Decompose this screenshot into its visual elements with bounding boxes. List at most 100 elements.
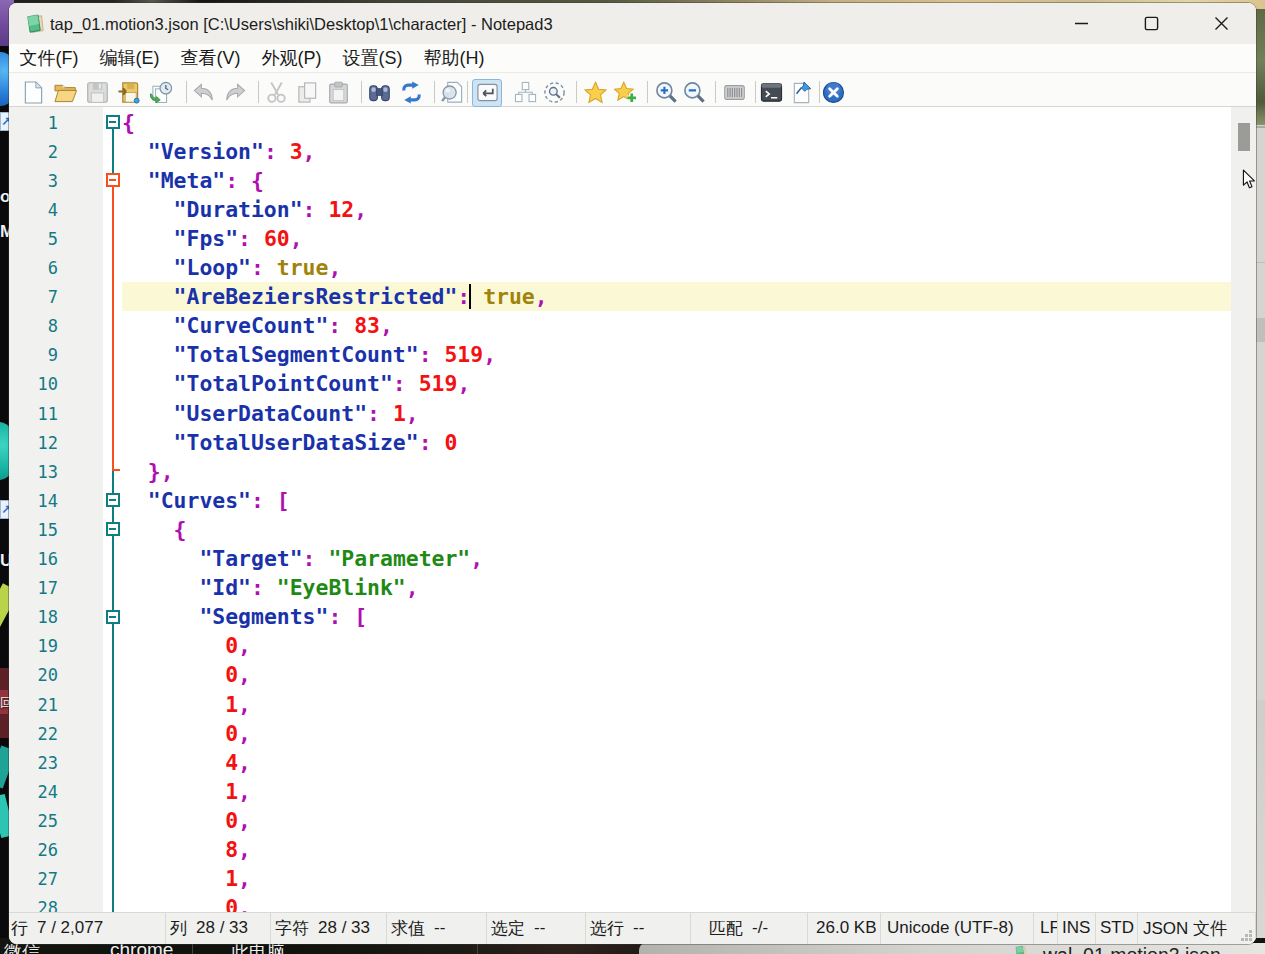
code-line-10[interactable]: "TotalPointCount": 519, — [122, 369, 1231, 398]
menu-item-5[interactable]: 帮助(H) — [413, 44, 495, 72]
add-favorite-button[interactable] — [614, 81, 637, 104]
status-label: 行 — [11, 917, 28, 940]
status-filesize[interactable]: 26.0 KB — [808, 913, 881, 944]
code-line-2[interactable]: "Version": 3, — [122, 137, 1231, 166]
code-line-6[interactable]: "Loop": true, — [122, 253, 1231, 282]
fold-collapse-box-line-14[interactable] — [106, 493, 120, 507]
status-selected-lines[interactable]: 选行-- — [586, 913, 691, 944]
fold-collapse-box-line-18[interactable] — [106, 610, 120, 624]
paste-button[interactable] — [327, 81, 350, 104]
menu-item-1[interactable]: 编辑(E) — [89, 44, 170, 72]
status-label: 列 — [170, 917, 187, 940]
code-line-26[interactable]: 8, — [122, 835, 1231, 864]
code-line-16[interactable]: "Target": "Parameter", — [122, 544, 1231, 573]
menu-item-2[interactable]: 查看(V) — [170, 44, 251, 72]
scheme-config-button[interactable] — [723, 81, 746, 104]
code-line-28[interactable]: 0, — [122, 893, 1231, 911]
focus-view-icon — [543, 81, 566, 104]
code-line-22[interactable]: 0, — [122, 719, 1231, 748]
code-line-8[interactable]: "CurveCount": 83, — [122, 311, 1231, 340]
status-column[interactable]: 列28 / 33 — [166, 913, 271, 944]
status-line[interactable]: 行7 / 2,077 — [9, 913, 166, 944]
undo-button[interactable] — [192, 81, 215, 104]
find-button[interactable] — [368, 81, 391, 104]
save-button[interactable] — [86, 81, 109, 104]
code-line-25[interactable]: 0, — [122, 806, 1231, 835]
background-window-titlebar[interactable]: wal_01.motion3.json — [639, 943, 1265, 954]
code-line-4[interactable]: "Duration": 12, — [122, 195, 1231, 224]
fold-collapse-box-line-15[interactable] — [106, 522, 120, 536]
code-line-7[interactable]: "AreBeziersRestricted": true, — [122, 282, 1231, 311]
scrollbar-thumb[interactable] — [1238, 123, 1250, 151]
line-number: 20 — [38, 661, 58, 690]
open-file-button[interactable] — [54, 81, 77, 104]
close-button[interactable] — [1198, 3, 1244, 44]
save-as-button[interactable] — [118, 81, 141, 104]
exit-button[interactable] — [822, 81, 845, 104]
code-line-24[interactable]: 1, — [122, 777, 1231, 806]
maximize-button[interactable] — [1128, 3, 1174, 44]
replace-button[interactable] — [400, 81, 423, 104]
status-value: -- — [633, 918, 644, 938]
code-line-21[interactable]: 1, — [122, 690, 1231, 719]
code-line-20[interactable]: 0, — [122, 660, 1231, 689]
save-icon — [86, 81, 109, 104]
zoom-in-button[interactable] — [655, 81, 678, 104]
favorites-button[interactable] — [584, 81, 607, 104]
status-selection[interactable]: 选定-- — [487, 913, 586, 944]
resize-grip-icon[interactable] — [1240, 929, 1253, 942]
open-file-icon — [54, 81, 77, 104]
menu-item-0[interactable]: 文件(F) — [9, 44, 89, 72]
cut-button[interactable] — [265, 81, 288, 104]
status-insert-mode[interactable]: INS — [1058, 913, 1096, 944]
new-file-button[interactable] — [22, 81, 45, 104]
code-line-19[interactable]: 0, — [122, 631, 1231, 660]
status-value: INS — [1062, 918, 1090, 938]
code-line-15[interactable]: { — [122, 515, 1231, 544]
code-area[interactable]: { "Version": 3, "Meta": { "Duration": 12… — [122, 107, 1231, 912]
titlebar[interactable]: tap_01.motion3.json [C:\Users\shiki\Desk… — [9, 3, 1256, 44]
code-line-13[interactable]: }, — [122, 457, 1231, 486]
status-value: STD — [1100, 918, 1134, 938]
status-character[interactable]: 字符28 / 33 — [271, 913, 387, 944]
minimize-button[interactable] — [1058, 3, 1104, 44]
code-line-27[interactable]: 1, — [122, 864, 1231, 893]
menu-item-3[interactable]: 外观(P) — [251, 44, 332, 72]
code-line-5[interactable]: "Fps": 60, — [122, 224, 1231, 253]
run-command-button[interactable] — [760, 81, 783, 104]
focus-view-button[interactable] — [543, 81, 566, 104]
editor-pane[interactable]: 1234567891011121314151617181920212223242… — [9, 107, 1256, 912]
status-filetype[interactable]: JSON 文件 — [1138, 913, 1256, 944]
code-line-18[interactable]: "Segments": [ — [122, 602, 1231, 631]
code-line-3[interactable]: "Meta": { — [122, 166, 1231, 195]
code-line-12[interactable]: "TotalUserDataSize": 0 — [122, 428, 1231, 457]
fold-collapse-box-line-1[interactable] — [106, 115, 120, 129]
code-folding-button[interactable] — [514, 81, 537, 104]
line-number: 28 — [38, 894, 58, 911]
code-line-14[interactable]: "Curves": [ — [122, 486, 1231, 515]
menu-item-4[interactable]: 设置(S) — [332, 44, 413, 72]
pin-document-icon — [790, 81, 813, 104]
code-line-11[interactable]: "UserDataCount": 1, — [122, 399, 1231, 428]
status-eval[interactable]: 求值-- — [387, 913, 487, 944]
toolbar-separator — [755, 81, 756, 103]
code-line-1[interactable]: { — [122, 108, 1231, 137]
status-encoding[interactable]: Unicode (UTF-8) — [881, 913, 1034, 944]
zoom-out-button[interactable] — [683, 81, 706, 104]
line-number: 14 — [38, 487, 58, 516]
word-wrap-button[interactable] — [472, 79, 502, 107]
recent-files-button[interactable] — [150, 81, 173, 104]
code-line-17[interactable]: "Id": "EyeBlink", — [122, 573, 1231, 602]
status-match[interactable]: 匹配-/- — [691, 913, 808, 944]
status-eol[interactable]: LF — [1034, 913, 1058, 944]
code-line-9[interactable]: "TotalSegmentCount": 519, — [122, 340, 1231, 369]
run-command-icon — [760, 81, 783, 104]
redo-button[interactable] — [224, 81, 247, 104]
status-mode[interactable]: STD — [1096, 913, 1138, 944]
zoom-view-button[interactable] — [441, 81, 464, 104]
code-line-23[interactable]: 4, — [122, 748, 1231, 777]
vertical-scrollbar[interactable] — [1231, 107, 1256, 912]
pin-document-button[interactable] — [790, 81, 813, 104]
fold-collapse-box-line-3[interactable] — [106, 173, 120, 187]
copy-button[interactable] — [296, 81, 319, 104]
